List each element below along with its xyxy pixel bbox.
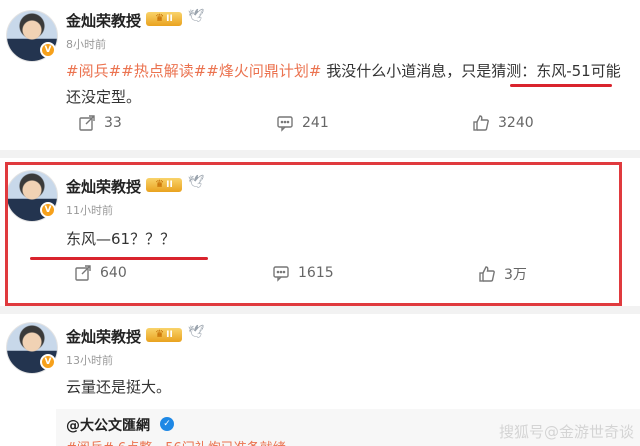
topic-tag[interactable]: #烽火问鼎计划# bbox=[206, 62, 321, 80]
vip-level-badge: II bbox=[146, 12, 182, 26]
repost-button[interactable]: 33 bbox=[78, 114, 122, 132]
like-count: 3240 bbox=[498, 115, 534, 131]
thumbs-up-icon bbox=[473, 115, 489, 131]
bird-icon: 🕊 bbox=[188, 9, 205, 24]
post-time[interactable]: 8小时前 bbox=[66, 36, 106, 52]
bird-icon: 🕊 bbox=[188, 325, 205, 340]
verified-blue-icon: ✓ bbox=[160, 417, 174, 431]
action-bar: 33 241 3240 bbox=[0, 114, 640, 138]
divider bbox=[0, 306, 640, 314]
author-name[interactable]: 金灿荣教授 bbox=[66, 10, 141, 31]
quoted-author[interactable]: @大公文匯網 bbox=[66, 415, 150, 435]
share-icon bbox=[79, 115, 95, 131]
post-time[interactable]: 13小时前 bbox=[66, 352, 113, 368]
divider bbox=[0, 150, 640, 158]
weibo-post: V 金灿荣教授 II 🕊 8小时前 #阅兵##热点解读##烽火问鼎计划# 我没什… bbox=[0, 0, 640, 150]
highlight-underline bbox=[510, 84, 612, 87]
comment-count: 241 bbox=[302, 115, 329, 131]
topic-tag[interactable]: #阅兵# bbox=[66, 62, 121, 80]
weibo-post: V 金灿荣教授 II 🕊 13小时前 云量还是挺大。 bbox=[0, 314, 640, 409]
repost-count: 33 bbox=[104, 115, 122, 131]
comment-icon bbox=[277, 116, 293, 132]
watermark: 搜狐号@金游世奇谈 bbox=[498, 423, 634, 441]
author-name[interactable]: 金灿荣教授 bbox=[66, 326, 141, 347]
topic-tag[interactable]: #热点解读# bbox=[121, 62, 206, 80]
post-text-body: 我没什么小道消息，只是猜测： bbox=[321, 62, 537, 80]
highlight-frame bbox=[5, 162, 622, 306]
verified-badge-icon: V bbox=[40, 42, 56, 58]
post-text: 云量还是挺大。 bbox=[66, 378, 172, 396]
comment-button[interactable]: 241 bbox=[276, 114, 329, 132]
vip-level-badge: II bbox=[146, 328, 182, 342]
post-text-highlight: 东风-51可能 bbox=[536, 62, 621, 80]
verified-badge-icon: V bbox=[40, 354, 56, 370]
like-button[interactable]: 3240 bbox=[472, 114, 534, 132]
post-text-body: 还没定型。 bbox=[66, 88, 142, 106]
